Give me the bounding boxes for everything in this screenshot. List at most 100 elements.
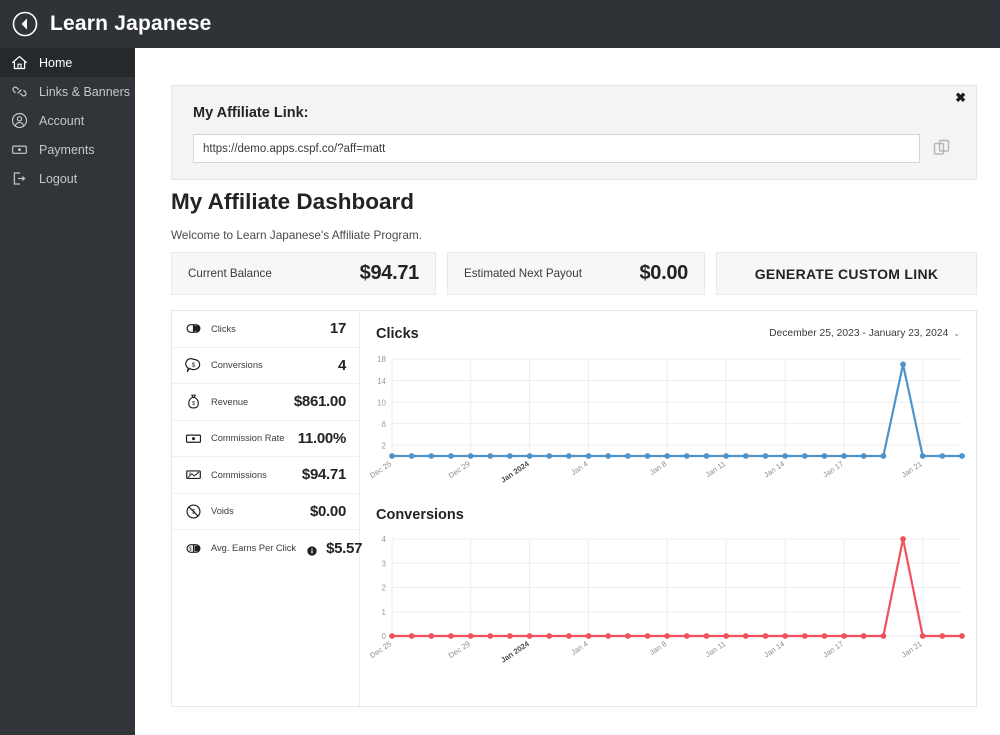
svg-text:Jan 17: Jan 17 [821, 639, 845, 659]
affiliate-link-input-wrapper [193, 134, 920, 163]
generate-custom-link-button[interactable]: GENERATE CUSTOM LINK [716, 252, 977, 295]
stat-row-revenue: $ Revenue $861.00 [172, 384, 359, 421]
stat-row-avg-earns-per-click: $ Avg. Earns Per Click $5.57 [172, 530, 363, 567]
chevron-down-icon: ⌄ [953, 329, 960, 338]
stat-label: Conversions [211, 360, 263, 371]
conversions-chart: 0 1 2 3 4 Dec 25 Dec 29 Jan 2024 Jan 4 Jan 8 Jan 1… [360, 531, 976, 676]
stat-value: 11.00% [297, 429, 347, 447]
sidebar-item-account[interactable]: Account [0, 106, 135, 135]
svg-text:2: 2 [382, 584, 387, 593]
stat-label: Commissions [211, 469, 267, 480]
svg-text:10: 10 [377, 398, 386, 407]
stat-value: $5.57 [326, 539, 363, 557]
sidebar-item-payments[interactable]: Payments [0, 135, 135, 164]
svg-text:Dec 25: Dec 25 [368, 459, 393, 480]
person-icon [11, 112, 28, 129]
svg-text:Dec 25: Dec 25 [368, 639, 393, 660]
stats-list: Clicks 17 $ Conversions 4 $ Revenue $861… [172, 311, 363, 706]
svg-text:Jan 2024: Jan 2024 [499, 639, 531, 665]
svg-text:Dec 29: Dec 29 [447, 639, 472, 660]
stat-row-conversions: $ Conversions 4 [172, 348, 359, 384]
affiliate-dashboard-page: Learn Japanese Home Links & Banners Acco… [0, 0, 1000, 735]
svg-text:1: 1 [382, 608, 387, 617]
svg-text:Jan 21: Jan 21 [900, 459, 924, 479]
sidebar-item-label: Account [39, 113, 85, 128]
clicks-chart-title: Clicks [376, 326, 419, 342]
void-icon: $ [185, 503, 202, 520]
stat-label: Voids [211, 506, 234, 517]
conversions-chart-title: Conversions [376, 507, 464, 523]
stat-row-clicks: Clicks 17 [172, 311, 359, 348]
copy-icon[interactable] [930, 136, 954, 160]
page-title: Learn Japanese [50, 12, 212, 35]
current-balance-card: Current Balance $94.71 [171, 252, 436, 295]
affiliate-link-label: My Affiliate Link: [193, 105, 309, 121]
svg-text:Jan 14: Jan 14 [762, 639, 786, 659]
stat-label: Commission Rate [211, 433, 285, 444]
epc-icon: $ [185, 540, 202, 557]
stat-value: $94.71 [301, 466, 346, 484]
stat-row-commissions: $ Commissions $94.71 [172, 457, 359, 494]
card-label: Current Balance [188, 267, 272, 280]
generate-custom-link-label: GENERATE CUSTOM LINK [754, 265, 939, 282]
sidebar-item-label: Links & Banners [39, 84, 131, 99]
banknote-icon [11, 141, 28, 158]
stat-label: Avg. Earns Per Click [211, 543, 297, 554]
stat-value: 17 [329, 320, 346, 338]
stat-row-commission-rate: Commission Rate 11.00% [172, 421, 359, 457]
stat-value: $861.00 [293, 393, 346, 411]
date-range-selector[interactable]: December 25, 2023 - January 23, 2024 ⌄ [769, 328, 960, 339]
svg-text:$: $ [192, 508, 196, 515]
logout-icon [11, 170, 28, 187]
sidebar-item-logout[interactable]: Logout [0, 164, 135, 193]
charts-column: Clicks December 25, 2023 - January 23, 2… [360, 311, 976, 706]
dashboard-subtitle: Welcome to Learn Japanese's Affiliate Pr… [171, 228, 422, 242]
svg-text:Jan 4: Jan 4 [569, 639, 589, 657]
svg-text:Dec 29: Dec 29 [447, 459, 472, 480]
clicks-chart: 2 6 10 14 18 Dec 25 Dec 29 Jan 2024 Jan 4 Jan 8 Ja… [360, 351, 976, 496]
stat-label: Revenue [211, 396, 249, 407]
svg-text:Jan 2024: Jan 2024 [499, 459, 531, 485]
svg-text:Jan 11: Jan 11 [704, 459, 727, 479]
svg-text:6: 6 [382, 420, 387, 429]
sidebar-item-label: Home [39, 55, 73, 70]
back-circle-icon[interactable] [12, 11, 38, 37]
banknote-icon [185, 430, 202, 447]
sidebar-item-label: Payments [39, 142, 95, 157]
close-icon[interactable]: ✖ [955, 91, 966, 104]
card-value: $94.71 [359, 262, 420, 284]
svg-text:$: $ [189, 546, 192, 552]
svg-text:Jan 8: Jan 8 [648, 459, 668, 477]
summary-cards: Current Balance $94.71 Estimated Next Pa… [171, 252, 977, 295]
svg-text:Jan 11: Jan 11 [704, 639, 727, 659]
dashboard-panel: Clicks 17 $ Conversions 4 $ Revenue $861… [171, 310, 977, 707]
conversion-icon: $ [185, 357, 202, 374]
affiliate-link-panel: ✖ My Affiliate Link: [171, 85, 977, 180]
info-icon[interactable] [307, 543, 317, 556]
sidebar-item-home[interactable]: Home [0, 48, 135, 77]
payout-icon: $ [185, 466, 202, 483]
link-icon [11, 83, 28, 100]
svg-text:Jan 4: Jan 4 [569, 459, 589, 477]
svg-text:18: 18 [377, 355, 386, 364]
stat-label: Clicks [211, 323, 236, 334]
svg-text:3: 3 [382, 559, 387, 568]
moneybag-icon: $ [185, 393, 202, 410]
sidebar-item-links-banners[interactable]: Links & Banners [0, 77, 135, 106]
svg-text:Jan 14: Jan 14 [762, 459, 786, 479]
main-content: ✖ My Affiliate Link: My Affiliate Dashbo… [135, 48, 1000, 735]
svg-text:2: 2 [382, 441, 387, 450]
home-icon [11, 54, 28, 71]
top-bar: Learn Japanese [0, 0, 1000, 48]
click-icon [185, 320, 202, 337]
sidebar: Home Links & Banners Account Payments Lo… [0, 48, 135, 735]
affiliate-link-input[interactable] [193, 134, 920, 163]
stat-row-voids: $ Voids $0.00 [172, 494, 359, 530]
svg-text:Jan 8: Jan 8 [648, 639, 668, 657]
svg-text:$: $ [192, 362, 196, 369]
svg-text:$: $ [189, 471, 192, 476]
sidebar-item-label: Logout [39, 171, 78, 186]
svg-text:4: 4 [382, 535, 387, 544]
stat-value: $0.00 [309, 502, 346, 520]
date-range-label: December 25, 2023 - January 23, 2024 [769, 328, 949, 339]
